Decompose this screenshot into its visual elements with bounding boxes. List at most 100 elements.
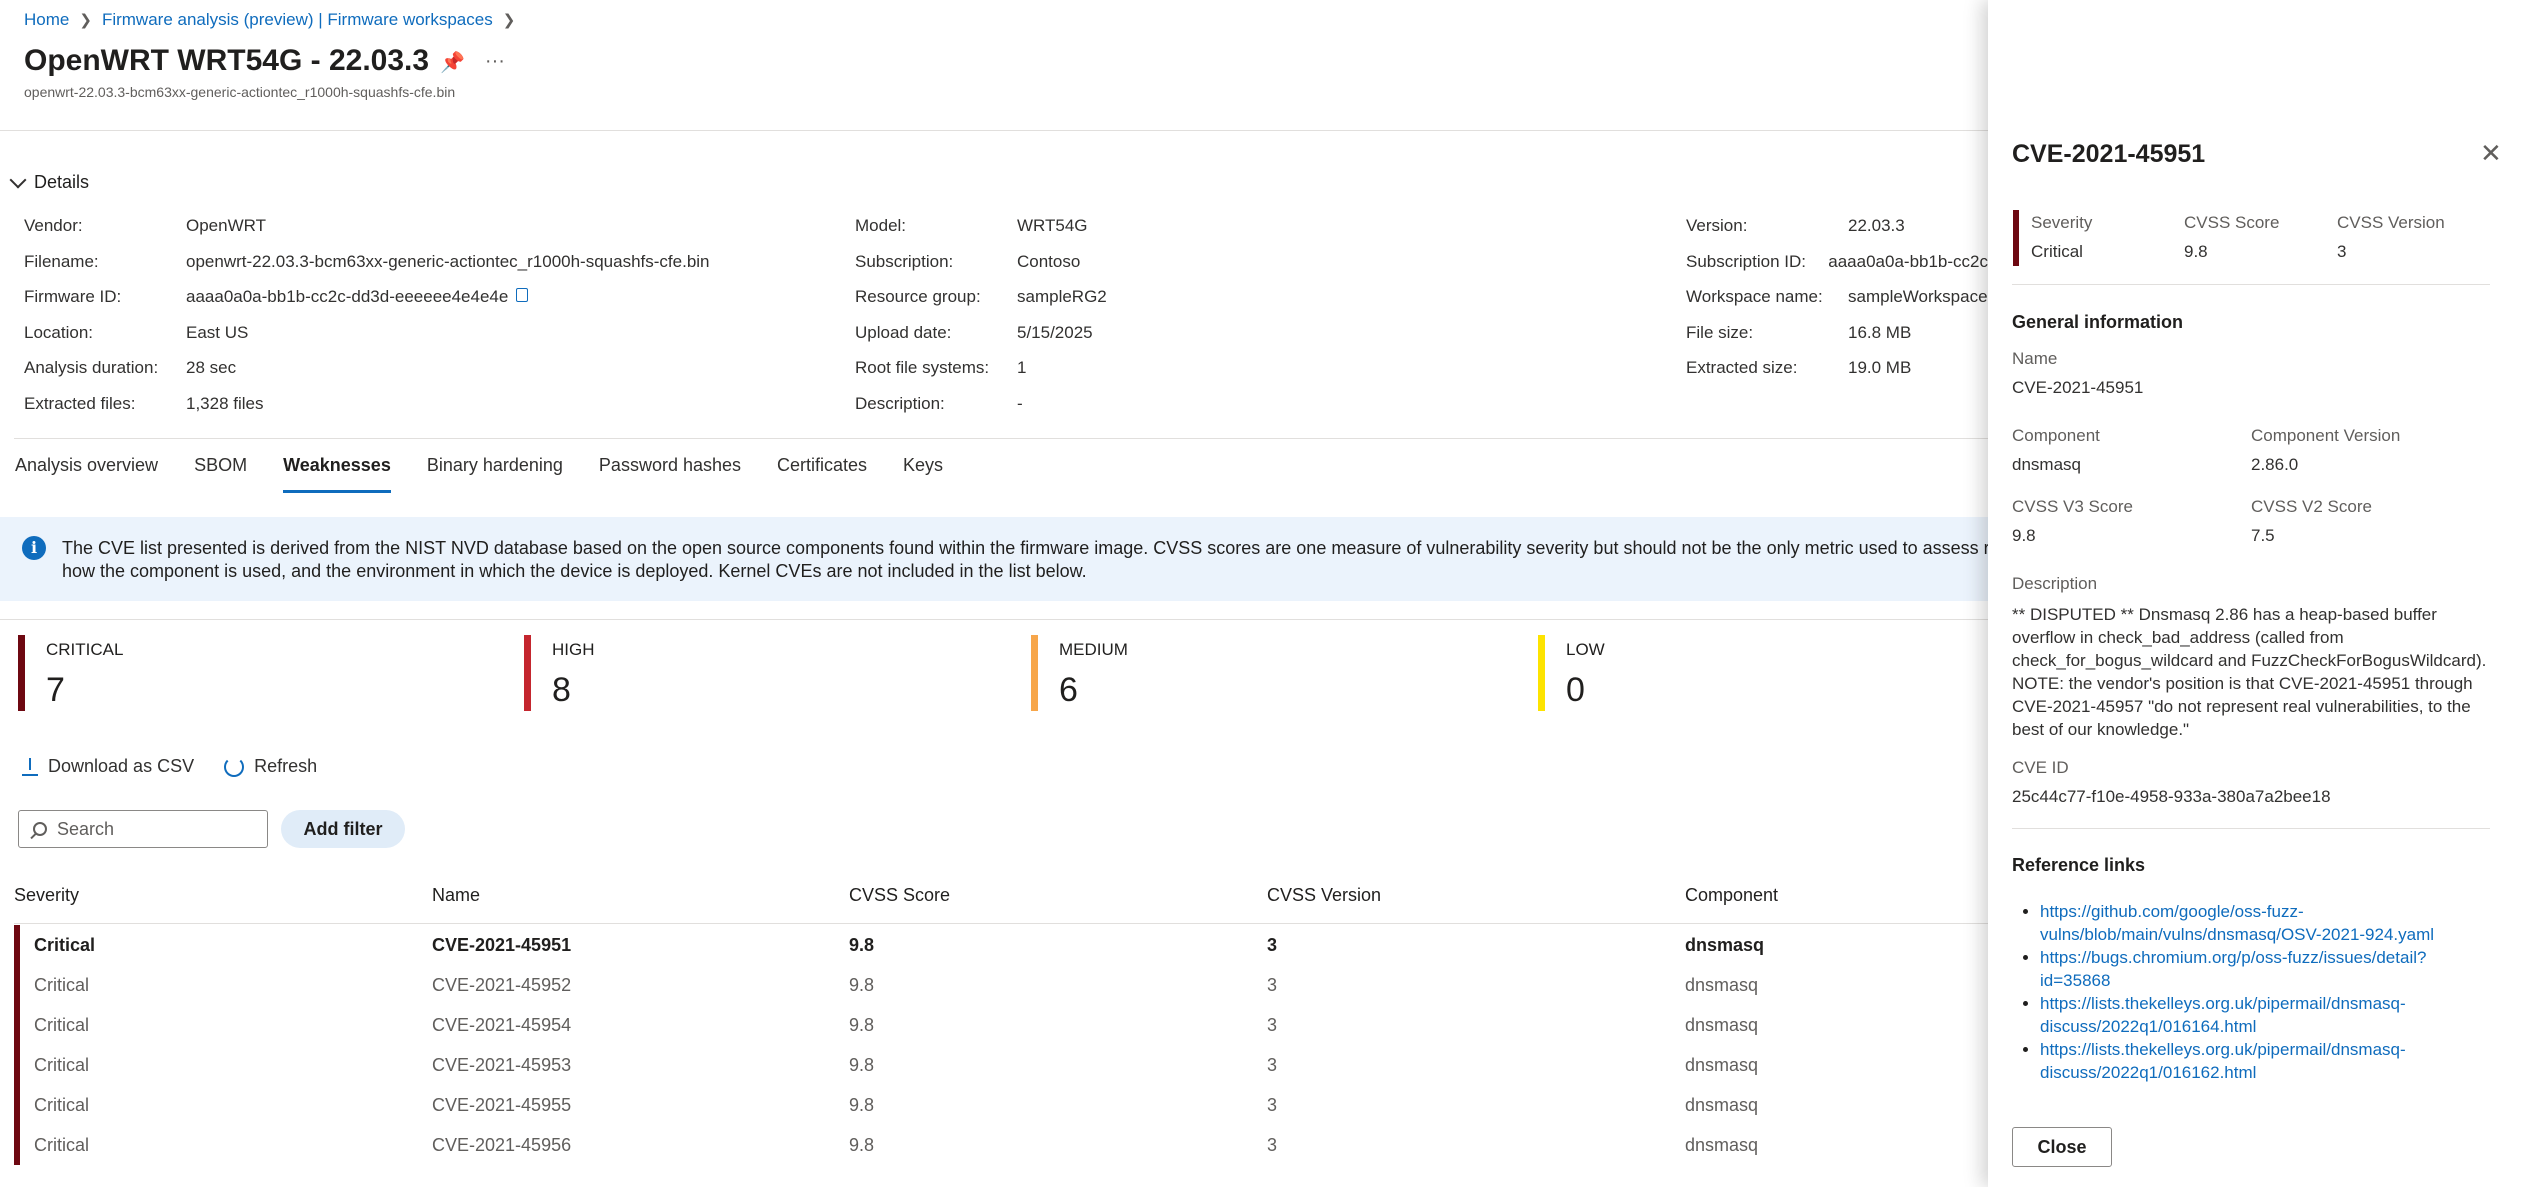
reference-link[interactable]: https://bugs.chromium.org/p/oss-fuzz/iss… [2040, 948, 2426, 990]
detail-key: Extracted size: [1686, 358, 1798, 377]
page-title: OpenWRT WRT54G - 22.03.3 [24, 44, 430, 77]
table-row[interactable]: Critical CVE-2021-45951 9.8 3 dnsmasq [14, 925, 1990, 965]
refresh-button[interactable]: Refresh [224, 756, 317, 777]
detail-key: Upload date: [855, 322, 952, 342]
cell-severity: Critical [34, 1095, 90, 1115]
detail-subscription: Subscription: Contoso [855, 252, 1107, 288]
panel-cvss-version-label: CVSS Version [2337, 213, 2445, 232]
cell-component: dnsmasq [1685, 1095, 1759, 1115]
panel-description-label: Description [2012, 574, 2098, 593]
severity-bar [14, 965, 20, 1005]
panel-close-button[interactable]: Close [2012, 1127, 2112, 1167]
detail-extracted-size: Extracted size: 19.0 MB [1686, 358, 1988, 394]
chevron-down-icon [9, 171, 27, 188]
column-header-severity[interactable]: Severity [14, 885, 79, 906]
reference-link[interactable]: https://lists.thekelleys.org.uk/pipermai… [2040, 994, 2406, 1036]
panel-v3-label: CVSS V3 Score [2012, 497, 2133, 516]
severity-card-count: 8 [552, 671, 571, 709]
reference-link[interactable]: https://lists.thekelleys.org.uk/pipermai… [2040, 1040, 2406, 1082]
download-csv-button[interactable]: Download as CSV [22, 756, 194, 777]
detail-value: OpenWRT [186, 216, 266, 235]
divider [14, 923, 1988, 924]
detail-value: aaaa0a0a-bb1b-cc2c-dd3d-eeeeee4e4e4e [186, 287, 509, 306]
table-row[interactable]: Critical CVE-2021-45956 9.8 3 dnsmasq [14, 1125, 1990, 1165]
panel-cve-id-label: CVE ID [2012, 758, 2069, 777]
table-row[interactable]: Critical CVE-2021-45953 9.8 3 dnsmasq [14, 1045, 1990, 1085]
detail-version: Version: 22.03.3 [1686, 216, 1988, 252]
panel-reference-heading: Reference links [2012, 855, 2146, 875]
ellipsis-icon[interactable]: ··· [485, 50, 505, 75]
detail-vendor: Vendor: OpenWRT [24, 216, 710, 252]
table-row[interactable]: Critical CVE-2021-45954 9.8 3 dnsmasq [14, 1005, 1990, 1045]
detail-upload-date: Upload date: 5/15/2025 [855, 323, 1107, 359]
severity-bar [14, 1045, 20, 1085]
table-row[interactable]: Critical CVE-2021-45955 9.8 3 dnsmasq [14, 1085, 1990, 1125]
detail-extracted-files: Extracted files: 1,328 files [24, 394, 710, 430]
detail-key: Version: [1686, 216, 1748, 235]
detail-key: Subscription ID: [1686, 251, 1806, 271]
subscription-link[interactable]: Contoso [1017, 252, 1080, 288]
detail-value: 1 [1017, 358, 1027, 377]
refresh-label: Refresh [254, 756, 318, 776]
detail-key: Workspace name: [1686, 287, 1823, 306]
column-header-component[interactable]: Component [1685, 885, 1778, 906]
panel-cvss-score-label: CVSS Score [2184, 213, 2280, 232]
reference-link[interactable]: https://github.com/google/oss-fuzz-vulns… [2040, 902, 2434, 944]
tab-analysis-overview[interactable]: Analysis overview [15, 455, 158, 493]
detail-description: Description: - [855, 394, 1107, 430]
severity-card-count: 7 [46, 671, 65, 709]
panel-severity-label: Severity [2031, 213, 2093, 232]
table-row[interactable]: Critical CVE-2021-45952 9.8 3 dnsmasq [14, 965, 1990, 1005]
divider [2012, 828, 2490, 829]
cell-component: dnsmasq [1685, 1055, 1759, 1075]
detail-value: 28 sec [186, 358, 237, 377]
panel-severity-value: Critical [2031, 242, 2083, 261]
column-header-cvss-version[interactable]: CVSS Version [1267, 885, 1381, 906]
close-icon[interactable]: ✕ [2480, 138, 2502, 169]
copy-icon[interactable] [516, 288, 529, 302]
detail-value: 19.0 MB [1848, 358, 1912, 377]
cell-cvss-version: 3 [1267, 1015, 1278, 1035]
tab-sbom[interactable]: SBOM [194, 455, 247, 493]
description-line: overflow in check_bad_address (called fr… [2012, 628, 2344, 647]
cell-severity: Critical [34, 1055, 90, 1075]
detail-value: sampleRG2 [1017, 287, 1107, 306]
reference-link-item: https://lists.thekelleys.org.uk/pipermai… [2040, 1038, 2490, 1084]
link-text: https://github.com/google/oss-fuzz- [2040, 902, 2304, 921]
tab-password-hashes[interactable]: Password hashes [599, 455, 741, 493]
detail-key: Location: [24, 322, 93, 342]
cell-severity: Critical [34, 1015, 90, 1035]
divider [14, 438, 1988, 439]
detail-key: Filename: [24, 251, 99, 271]
tab-binary-hardening[interactable]: Binary hardening [427, 455, 563, 493]
column-header-name[interactable]: Name [432, 885, 480, 906]
tab-keys[interactable]: Keys [903, 455, 943, 493]
detail-resource-group: Resource group: sampleRG2 [855, 287, 1107, 323]
column-header-cvss-score[interactable]: CVSS Score [849, 885, 950, 906]
severity-bar [14, 925, 20, 965]
search-input[interactable]: Search [18, 810, 268, 848]
add-filter-button[interactable]: Add filter [281, 810, 405, 848]
details-toggle[interactable]: Details [9, 171, 89, 193]
detail-key: Root file systems: [855, 358, 990, 377]
severity-bar [14, 1005, 20, 1045]
cell-name: CVE-2021-45953 [432, 1055, 572, 1075]
detail-model: Model: WRT54G [855, 216, 1107, 252]
page-subtitle: openwrt-22.03.3-bcm63xx-generic-actionte… [24, 84, 456, 100]
tab-weaknesses[interactable]: Weaknesses [283, 455, 391, 493]
cell-cvss-version: 3 [1267, 1135, 1278, 1155]
breadcrumb-home[interactable]: Home [24, 10, 69, 30]
tab-certificates[interactable]: Certificates [777, 455, 867, 493]
detail-workspace-name: Workspace name: sampleWorkspace [1686, 287, 1988, 323]
tab-bar: Analysis overview SBOM Weaknesses Binary… [15, 455, 943, 493]
severity-card-count: 0 [1566, 671, 1585, 709]
panel-description: ** DISPUTED ** Dnsmasq 2.86 has a heap-b… [2012, 603, 2487, 741]
panel-component-label: Component [2012, 426, 2100, 445]
breadcrumb-firmware-workspaces[interactable]: Firmware analysis (preview) | Firmware w… [102, 10, 493, 30]
info-icon: i [22, 536, 46, 560]
cell-cvss-version: 3 [1267, 975, 1278, 995]
pin-icon[interactable]: 📌 [440, 50, 465, 75]
refresh-icon [224, 756, 245, 777]
cell-cvss-score: 9.8 [849, 1015, 875, 1035]
detail-location: Location: East US [24, 323, 710, 359]
